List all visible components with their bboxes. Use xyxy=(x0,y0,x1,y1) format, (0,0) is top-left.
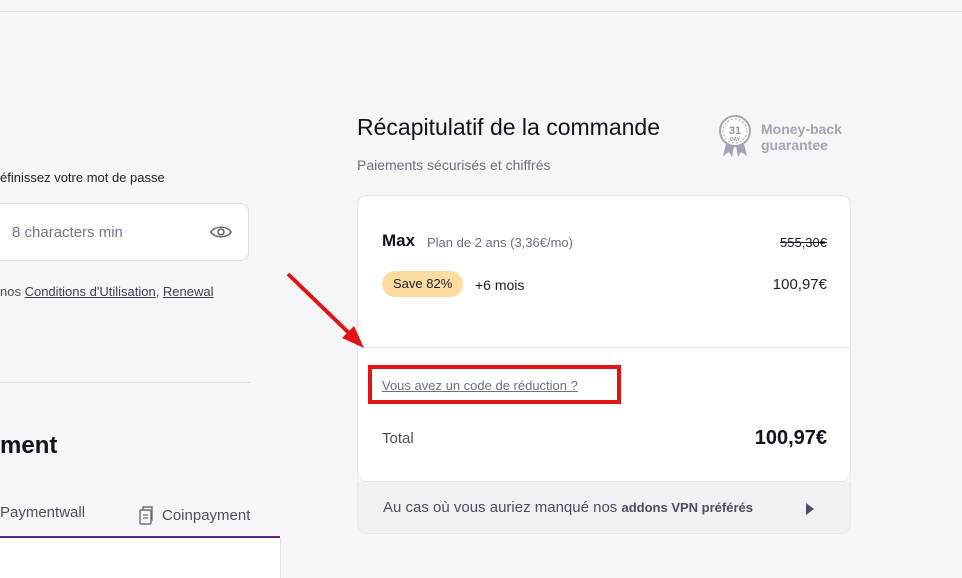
promo-code-link[interactable]: Vous avez un code de réduction ? xyxy=(382,378,578,393)
tab-coinpayment[interactable]: Coinpayment xyxy=(137,504,250,526)
money-back-guarantee: 31 DAY Money-back guarantee xyxy=(717,114,842,158)
password-placeholder: 8 characters min xyxy=(12,224,123,241)
save-badge: Save 82% xyxy=(382,271,464,297)
top-divider xyxy=(0,11,962,12)
guarantee-text: Money-back guarantee xyxy=(761,121,842,153)
password-label: éfinissez votre mot de passe xyxy=(0,170,165,185)
addons-text: Au cas où vous auriez manqué nos addons … xyxy=(383,499,753,516)
payment-panel xyxy=(0,538,281,578)
section-divider xyxy=(0,382,250,383)
order-summary-card: Max Plan de 2 ans (3,36€/mo) 555,30€ Sav… xyxy=(357,195,851,482)
guarantee-seal-icon: 31 DAY xyxy=(719,115,751,157)
plan-detail: Plan de 2 ans (3,36€/mo) xyxy=(427,235,573,250)
play-icon xyxy=(806,503,814,515)
addons-banner[interactable]: Au cas où vous auriez manqué nos addons … xyxy=(357,482,851,534)
payment-heading: ment xyxy=(0,432,58,459)
bonus-months: +6 mois xyxy=(475,277,525,293)
tab-paymentwall[interactable]: Paymentwall xyxy=(0,504,85,521)
summary-title: Récapitulatif de la commande xyxy=(357,114,660,140)
total-label: Total xyxy=(382,430,414,447)
terms-link[interactable]: Conditions d'Utilisation xyxy=(25,284,156,299)
total-value: 100,97€ xyxy=(754,427,827,449)
eye-icon[interactable] xyxy=(210,223,232,241)
terms-text: nos Conditions d'Utilisation, Renewal xyxy=(0,284,214,299)
plan-price: 100,97€ xyxy=(772,276,827,293)
seal-days: 31 xyxy=(729,125,741,137)
plan-name: Max xyxy=(382,231,416,250)
renewal-link[interactable]: Renewal xyxy=(163,284,214,299)
password-field[interactable]: 8 characters min xyxy=(0,203,249,261)
card-divider xyxy=(358,347,850,348)
coins-icon xyxy=(139,506,153,525)
tab-paymentwall-label: Paymentwall xyxy=(0,504,86,521)
tab-coinpayment-label: Coinpayment xyxy=(162,506,251,524)
summary-subtitle: Paiements sécurisés et chiffrés xyxy=(357,157,551,173)
original-price: 555,30€ xyxy=(780,235,827,250)
seal-day-word: DAY xyxy=(730,137,741,143)
